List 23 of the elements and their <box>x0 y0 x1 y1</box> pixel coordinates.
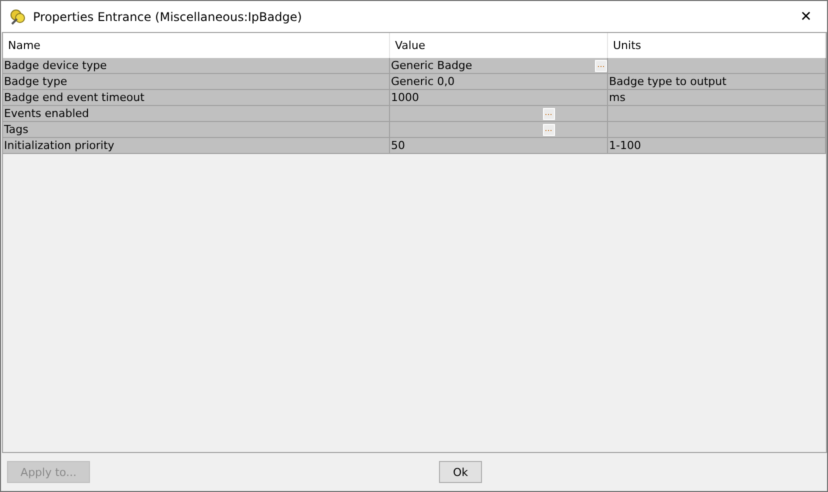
column-header: Value <box>390 33 608 58</box>
table-cell: 1-100 <box>608 138 826 154</box>
column-header: Units <box>608 33 826 58</box>
window-title: Properties Entrance (Miscellaneous:IpBadge) <box>33 10 303 24</box>
badge-icon <box>9 8 27 26</box>
table-cell: Events enabled <box>3 106 390 122</box>
table-cell: Badge end event timeout <box>3 90 390 106</box>
table-cell: Tags <box>3 122 390 138</box>
table-cell: Badge type to output <box>608 74 826 90</box>
column-header: Name <box>3 33 390 58</box>
ellipsis-button[interactable]: ... <box>542 108 554 120</box>
table-cell: 1000 <box>390 90 608 106</box>
ok-button[interactable]: Ok <box>439 461 482 483</box>
cell-text: Generic Badge <box>391 58 472 73</box>
table-cell: Badge type <box>3 74 390 90</box>
table-cell: Initialization priority <box>3 138 390 154</box>
table-cell: ms <box>608 90 826 106</box>
table-cell: Badge device type <box>3 58 390 74</box>
table-cell: 50 <box>390 138 608 154</box>
ellipsis-button[interactable]: ... <box>595 60 607 72</box>
close-button[interactable]: ✕ <box>791 8 821 24</box>
table-cell: Generic 0,0 <box>390 74 608 90</box>
ellipsis-button[interactable]: ... <box>542 124 554 136</box>
